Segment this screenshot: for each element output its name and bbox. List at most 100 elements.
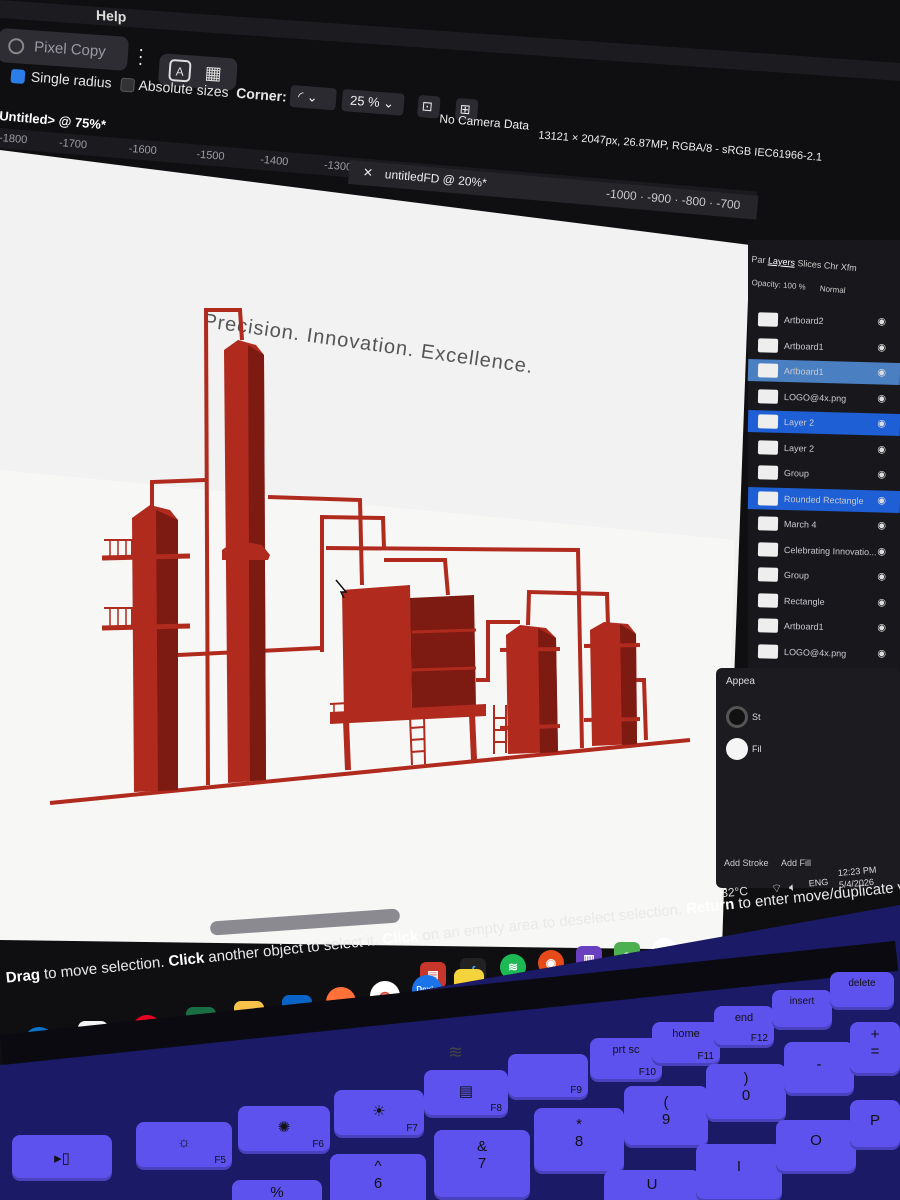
layer-name: Group [783,569,810,581]
opacity-control[interactable]: Opacity: 100 % Normal [751,278,846,295]
key-minus[interactable]: - [784,1042,854,1096]
add-fill-button[interactable]: Add Fill [781,858,811,868]
key-star-label: * [576,1116,582,1133]
visibility-eye-icon[interactable]: ◉ [877,566,886,588]
key-8[interactable]: * 8 [534,1108,624,1174]
visibility-eye-icon[interactable]: ◉ [877,413,886,435]
layer-row[interactable]: Rounded Rectangle ◉ [747,486,900,513]
tank-small-right [583,622,641,746]
key-f8[interactable]: ▤ F8 [424,1070,508,1118]
visibility-eye-icon[interactable]: ◉ [877,643,886,665]
stroke-label: St [752,712,761,722]
layer-name: Celebrating Innovatio... [783,544,877,557]
visibility-eye-icon[interactable]: ◉ [877,464,886,486]
layer-name: Rounded Rectangle [783,493,864,506]
key-f9[interactable]: F9 [508,1054,588,1100]
panel-tab[interactable]: Par [751,254,766,265]
layer-name: LOGO@4x.png [783,646,847,659]
panel-tab[interactable]: Slices [797,258,822,270]
layer-row[interactable]: LOGO@4x.png ◉ [748,640,900,666]
key-delete[interactable]: delete [830,972,894,1010]
brightness-up-icon: ☀ [372,1103,386,1120]
layer-row[interactable]: Group ◉ [748,563,900,589]
visibility-eye-icon[interactable]: ◉ [877,388,886,410]
add-stroke-button[interactable]: Add Stroke [724,858,769,868]
key-f10-label: F10 [638,1067,656,1078]
key[interactable]: ▸▯ [12,1135,112,1181]
key-o[interactable]: O [776,1120,856,1174]
key-6[interactable]: ^ 6 [330,1154,426,1200]
layer-thumbnail [757,643,779,659]
layer-row[interactable]: Artboard1 ◉ [748,614,900,640]
layer-thumbnail [757,490,779,506]
brightness-down-icon: ☼ [177,1134,191,1151]
pipe-middle [267,495,364,586]
visibility-eye-icon[interactable]: ◉ [877,617,886,639]
visibility-eye-icon[interactable]: ◉ [877,490,886,512]
layer-row[interactable]: Layer 2 ◉ [748,436,900,462]
layer-row[interactable]: Celebrating Innovatio...◉ [748,538,900,564]
layer-name: Artboard2 [783,314,824,326]
layer-thumbnail [757,337,779,353]
key-equals-label: = [870,1043,880,1060]
layer-row[interactable]: Group ◉ [748,461,900,487]
key-7[interactable]: & 7 [434,1130,530,1200]
layer-row[interactable]: March 4 ◉ [748,512,900,538]
panel-tab[interactable]: Chr [823,260,838,271]
panel-tabs: Par Layers Slices Chr Xfm [751,254,857,273]
layer-row[interactable]: Artboard1 ◉ [748,334,900,360]
key-percent-label: % [270,1184,284,1200]
visibility-eye-icon[interactable]: ◉ [877,439,886,461]
layer-row[interactable]: Rectangle ◉ [748,589,900,615]
opacity-value: Opacity: 100 % [751,278,807,292]
tank-small-left [493,625,561,754]
panel-tab[interactable]: Xfm [840,262,857,273]
key-plus-label: + [870,1026,880,1043]
layer-row[interactable]: Artboard1 ◉ [747,359,900,385]
key-p[interactable]: P [850,1100,900,1150]
key-percent[interactable]: % [232,1180,322,1200]
layer-row[interactable]: LOGO@4x.png ◉ [748,385,900,411]
key-u[interactable]: U [604,1170,700,1200]
key-f7-label: F7 [406,1123,418,1134]
photo-scene: Help Pixel Copy · · · A ▦ Single radius Ab… [0,0,900,1200]
layer-thumbnail [757,541,779,557]
layer-thumbnail [757,465,779,480]
key-insert[interactable]: insert [772,990,832,1030]
key-f7[interactable]: ☀ F7 [334,1090,424,1138]
key-paren-close-label: ) [743,1070,749,1087]
key-9[interactable]: (9 [624,1086,708,1148]
key-end[interactable]: end F12 [714,1006,774,1048]
layer-name: Group [783,467,810,479]
key-f6[interactable]: ✺ F6 [238,1106,330,1154]
key-f5[interactable]: ☼ F5 [136,1122,232,1170]
layer-row[interactable]: Artboard2 ◉ [748,308,900,334]
stroke-swatch[interactable] [726,706,748,728]
appearance-panel: Appea St Fil Add Stroke Add Fill [716,668,900,888]
visibility-eye-icon[interactable]: ◉ [877,337,886,359]
visibility-eye-icon[interactable]: ◉ [877,311,886,333]
layer-name: Artboard1 [783,340,824,352]
visibility-eye-icon[interactable]: ◉ [877,362,886,384]
key-0[interactable]: ) 0 [706,1064,786,1122]
clock-time[interactable]: 12:23 PM [837,865,876,878]
layer-row[interactable]: Layer 2 ◉ [747,410,900,436]
key-caret-label: ^ [374,1158,382,1175]
key-i[interactable]: I [696,1144,782,1200]
key-f11-label: F11 [697,1051,715,1062]
key-equals[interactable]: + = [850,1022,900,1076]
visibility-eye-icon[interactable]: ◉ [877,541,886,563]
layer-name: Layer 2 [783,442,815,454]
visibility-eye-icon[interactable]: ◉ [877,515,886,537]
column-left [101,505,191,792]
appearance-actions: Add Stroke Add Fill [724,858,811,868]
visibility-eye-icon[interactable]: ◉ [877,592,886,614]
layer-name: Artboard1 [783,620,824,632]
key-home[interactable]: home F11 [652,1022,720,1066]
layer-thumbnail [757,618,779,633]
fill-swatch[interactable] [726,738,748,760]
key-delete-label: delete [848,978,876,989]
column-tall [222,340,270,783]
layer-name: Artboard1 [783,365,824,377]
panel-tab-layers[interactable]: Layers [768,255,796,267]
